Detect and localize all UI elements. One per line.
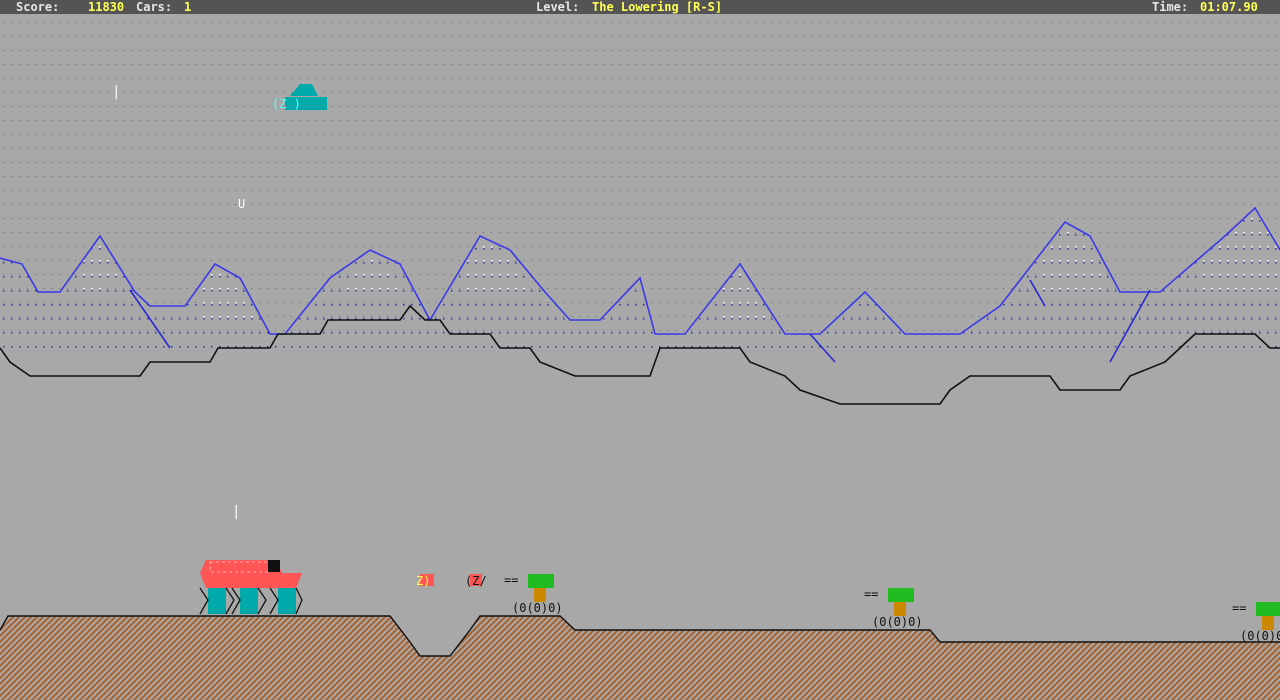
svg-text:==: ==	[504, 573, 518, 587]
bomb-projectile: U	[238, 197, 245, 211]
cars-value: 1	[184, 0, 192, 14]
playfield: (Z ) | U | Z) (Z/ == (0(0)0) == (0(0)0) …	[0, 14, 1280, 700]
player-bullet: |	[232, 504, 240, 520]
score-value: 11830	[88, 0, 125, 14]
cars-label: Cars:	[136, 0, 173, 14]
enemy-turret: == (0(0)0)	[1232, 601, 1280, 643]
mine: Z)	[416, 574, 434, 588]
hud-bar: Score: 11830 Cars: 1 Level: The Lowering…	[0, 0, 1280, 14]
player-moon-buggy	[199, 560, 303, 615]
svg-text:==: ==	[1232, 601, 1246, 615]
level-value: The Lowering [R-S]	[592, 0, 723, 14]
game-screen: Score: 11830 Cars: 1 Level: The Lowering…	[0, 0, 1280, 700]
ufo-glyphs: (Z )	[272, 97, 301, 111]
mine: (Z/	[465, 574, 487, 588]
score-label: Score:	[16, 0, 60, 14]
ground-terrain	[0, 616, 1280, 700]
svg-text:(0(0)0): (0(0)0)	[1240, 629, 1280, 643]
svg-text:(Z/: (Z/	[465, 574, 487, 588]
level-label: Level:	[536, 0, 580, 14]
svg-text:(0(0)0): (0(0)0)	[512, 601, 563, 615]
svg-text:Z): Z)	[416, 574, 430, 588]
time-value: 01:07.90	[1200, 0, 1258, 14]
enemy-turret: == (0(0)0)	[864, 587, 923, 629]
enemy-turret: == (0(0)0)	[504, 573, 563, 615]
bullet-projectile: |	[112, 84, 120, 100]
svg-text:==: ==	[864, 587, 878, 601]
time-label: Time:	[1152, 0, 1189, 14]
svg-text:(0(0)0): (0(0)0)	[872, 615, 923, 629]
